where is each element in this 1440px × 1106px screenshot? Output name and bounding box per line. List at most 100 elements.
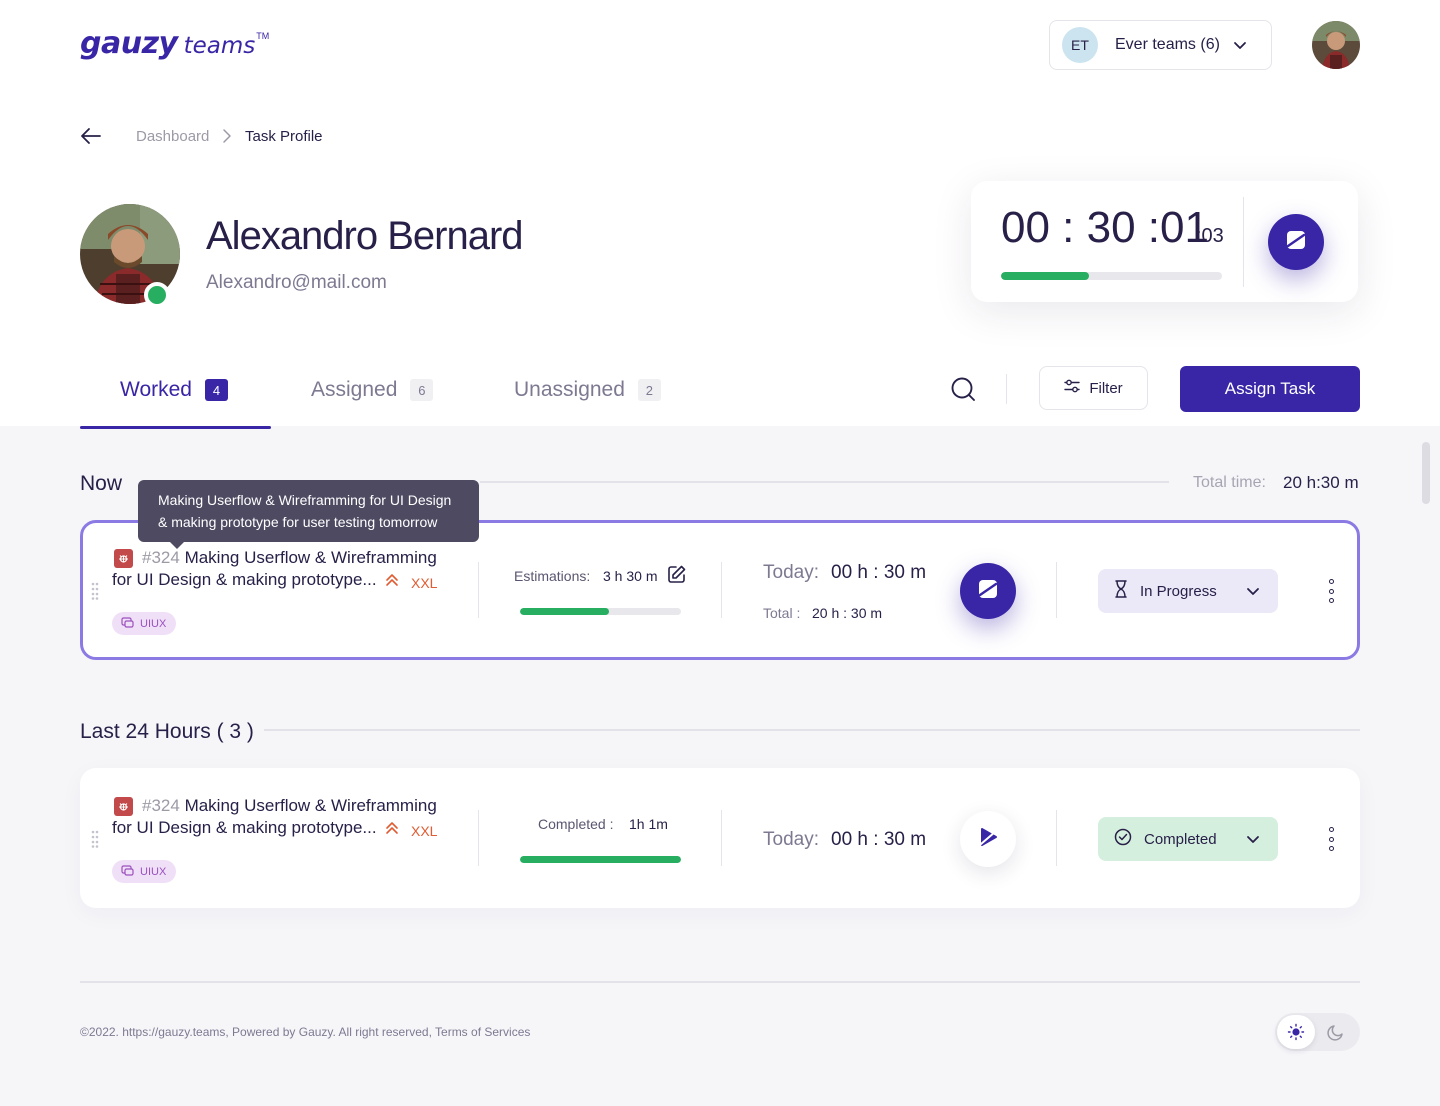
drag-handle-icon[interactable] (91, 582, 99, 605)
more-dot (1328, 836, 1334, 842)
more-dot (1328, 588, 1334, 594)
tab-label: Worked (120, 378, 192, 401)
section-divider (480, 481, 1169, 483)
completed-value: 1h 1m (629, 816, 668, 832)
profile-name: Alexandro Bernard (206, 214, 524, 258)
completed-label: Completed : (538, 816, 614, 832)
estimation-value: 3 h 30 m (603, 568, 658, 584)
task-number: #324 (142, 548, 180, 567)
tooltip-line-1: Making Userflow & Wireframming for UI De… (158, 492, 452, 508)
section-divider (264, 729, 1360, 731)
total-time-label: Total time: (1193, 474, 1266, 491)
more-dot (1328, 579, 1334, 584)
today-value: 00 h : 30 m (831, 829, 927, 850)
moon-icon[interactable] (1325, 1021, 1347, 1043)
logo-tm: TM (256, 31, 270, 41)
more-dot (1328, 846, 1334, 851)
completed-progress-bar (520, 856, 681, 863)
timer-milliseconds: :03 (1196, 225, 1224, 247)
back-arrow-icon[interactable] (80, 127, 102, 150)
status-select[interactable]: In Progress (1098, 569, 1278, 613)
today-label: Today: (763, 562, 819, 583)
breadcrumb-dashboard[interactable]: Dashboard (136, 128, 209, 145)
tag-icon (121, 615, 134, 633)
status-label: In Progress (1140, 582, 1217, 600)
team-label: Ever teams (6) (1115, 36, 1220, 53)
priority-high-icon (384, 820, 400, 841)
team-selector[interactable]: ET Ever teams (6) (1049, 20, 1272, 70)
chevron-down-icon (1246, 584, 1260, 603)
footer-divider (80, 981, 1360, 983)
online-status-dot (144, 282, 170, 308)
section-title-last-24-hours: Last 24 Hours ( 3 ) (80, 720, 254, 743)
tooltip-arrow (170, 542, 184, 549)
column-divider (1056, 810, 1057, 866)
timer-progress-bar (1001, 272, 1222, 280)
theme-toggle (1275, 1013, 1360, 1051)
more-options-button[interactable] (1325, 827, 1337, 851)
timer-progress-fill (1001, 272, 1090, 280)
task-tag[interactable]: UIUX (112, 612, 177, 635)
estimation-label: Estimations: (514, 568, 591, 584)
task-title[interactable]: #324 Making Userflow & Wireframming for … (112, 547, 452, 591)
tag-label: UIUX (140, 617, 167, 630)
task-title[interactable]: #324 Making Userflow & Wireframming for … (112, 795, 452, 839)
logo-main-text: gauzy (80, 26, 178, 61)
today-value: 00 h : 30 m (831, 562, 927, 583)
task-tag[interactable]: UIUX (112, 860, 177, 883)
chevron-down-icon (1233, 38, 1247, 57)
filter-button[interactable]: Filter (1039, 366, 1148, 410)
stop-icon (977, 578, 999, 605)
task-title-tooltip: Making Userflow & Wireframming for UI De… (138, 480, 479, 549)
tab-label: Unassigned (514, 378, 625, 401)
timer-stop-button[interactable] (1268, 214, 1324, 270)
tab-assigned[interactable]: Assigned 6 (311, 378, 434, 402)
task-timer-stop-button[interactable] (960, 563, 1016, 619)
edit-icon[interactable] (666, 564, 687, 590)
tab-count: 6 (410, 379, 434, 401)
scrollbar-thumb[interactable] (1422, 442, 1430, 504)
total-time-value: 20 h:30 m (1283, 473, 1359, 492)
tag-icon (121, 863, 134, 881)
play-icon (977, 826, 999, 853)
stop-icon (1285, 229, 1307, 256)
estimation-progress-bar (520, 608, 681, 615)
column-divider (721, 562, 722, 618)
tooltip-line-2: & making prototype for user testing tomo… (158, 514, 438, 530)
sun-icon[interactable] (1277, 1015, 1315, 1049)
total-label: Total : (763, 605, 801, 621)
tab-count: 4 (204, 379, 228, 401)
more-dot (1328, 598, 1334, 603)
status-label: Completed (1144, 830, 1217, 848)
column-divider (721, 810, 722, 866)
status-select[interactable]: Completed (1098, 817, 1278, 861)
active-tab-underline (80, 426, 271, 429)
assign-task-button[interactable]: Assign Task (1180, 366, 1360, 412)
logo-sub-text: teams (183, 33, 256, 59)
drag-handle-icon[interactable] (91, 830, 99, 853)
column-divider (1056, 562, 1057, 618)
task-size-label: XXL (411, 823, 438, 839)
tag-label: UIUX (140, 865, 167, 878)
task-timer-play-button[interactable] (960, 811, 1016, 867)
more-dot (1328, 827, 1334, 832)
breadcrumb-task-profile: Task Profile (245, 128, 323, 145)
logo[interactable]: gauzy teams TM (80, 26, 269, 61)
tab-label: Assigned (311, 378, 398, 401)
estimation-progress-fill (520, 608, 609, 615)
user-avatar[interactable] (1312, 21, 1360, 69)
check-circle-icon (1114, 828, 1132, 851)
task-size-label: XXL (411, 575, 438, 591)
timer-divider (1243, 197, 1244, 287)
today-label: Today: (763, 829, 819, 850)
top-header: gauzy teams TM ET Ever teams (6) (0, 0, 1440, 90)
total-value: 20 h : 30 m (812, 605, 883, 621)
tab-worked[interactable]: Worked 4 (120, 378, 228, 402)
tab-unassigned[interactable]: Unassigned 2 (514, 378, 661, 402)
search-icon[interactable] (950, 376, 976, 407)
more-options-button[interactable] (1325, 579, 1337, 603)
column-divider (478, 810, 479, 866)
team-badge: ET (1062, 27, 1098, 63)
timer-card: 00 : 30 :01 :03 (971, 181, 1358, 302)
toolbar-divider (1006, 374, 1007, 404)
